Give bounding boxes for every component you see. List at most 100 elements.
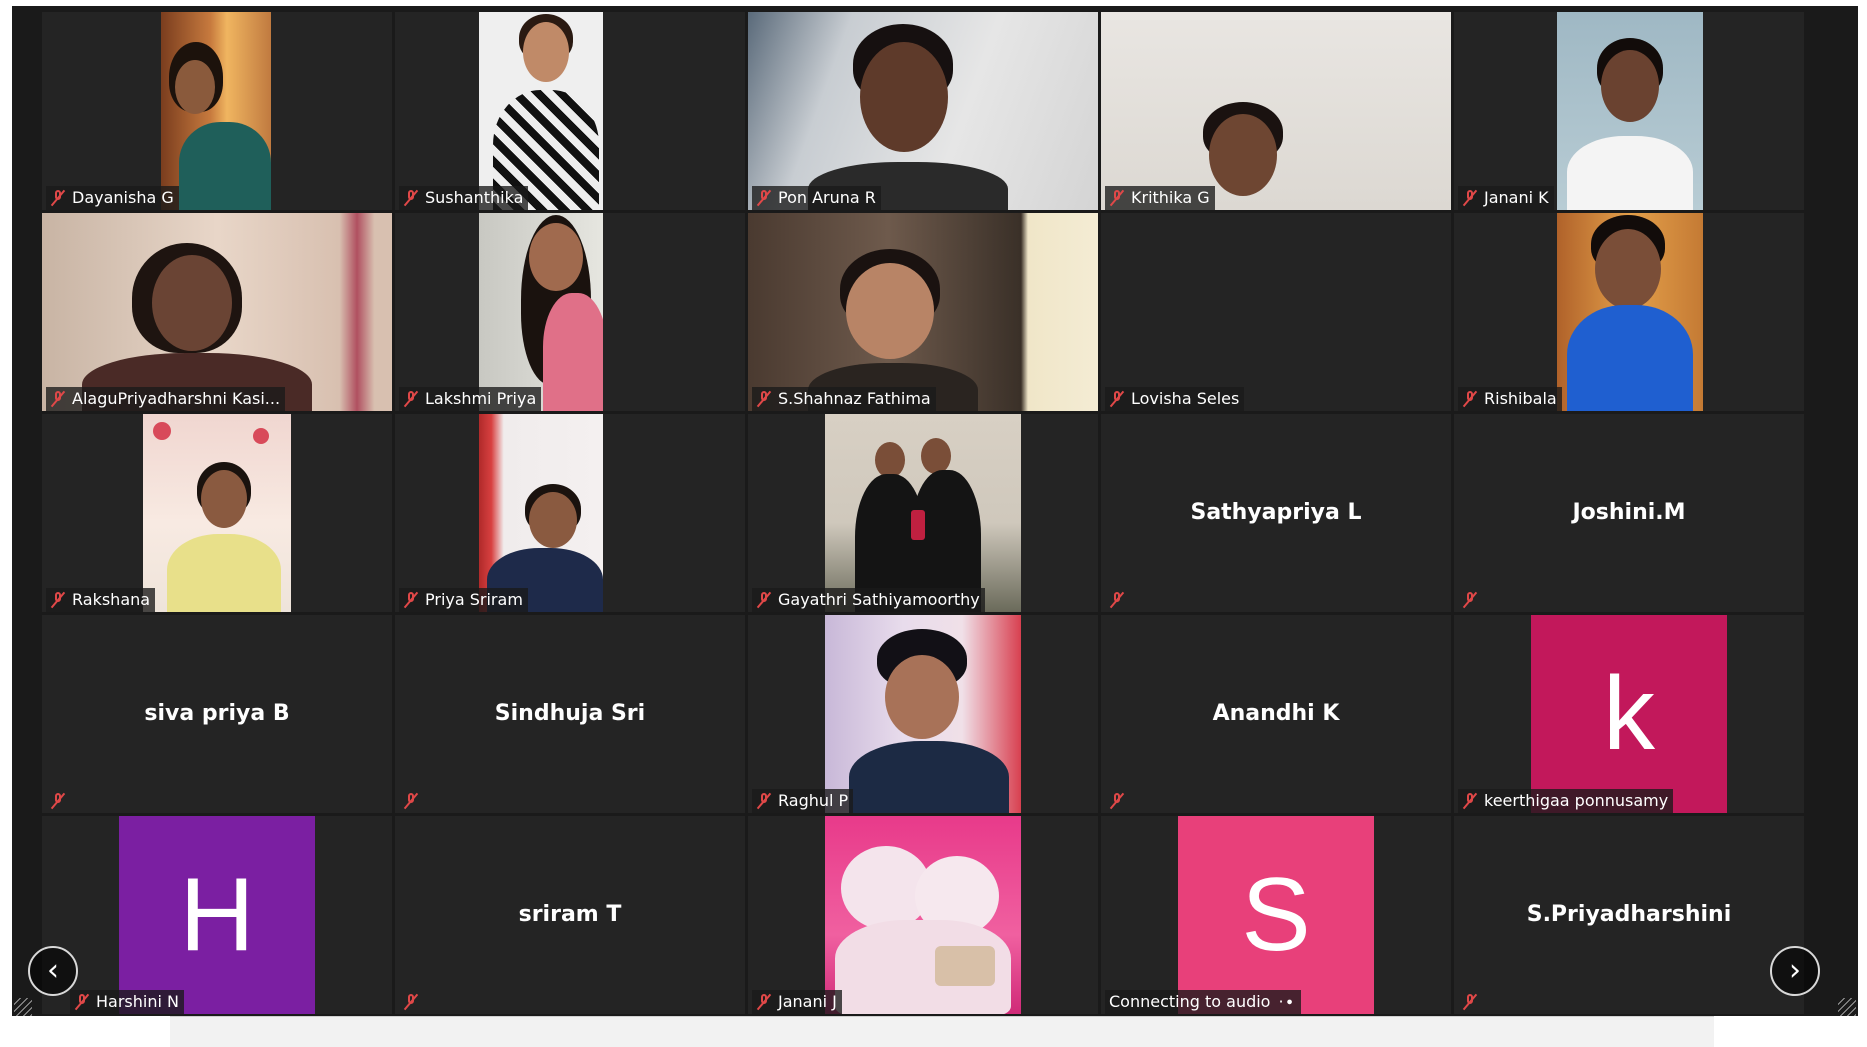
mic-muted-icon [403,993,419,1011]
mic-muted-icon [1109,189,1125,207]
participant-tile[interactable]: AlaguPriyadharshni Kasi... [42,213,392,411]
participant-display-name: siva priya B [144,701,290,726]
avatar: H [119,816,315,1014]
shared-screen-strip [170,1016,1714,1047]
participant-video [143,414,291,612]
participant-display-name: sriram T [518,902,622,927]
participant-tile[interactable]: Priya Sriram [395,414,745,612]
mic-muted-icon [756,792,772,810]
avatar: S [1178,816,1374,1014]
participant-tile[interactable]: Anandhi K [1101,615,1451,813]
participant-video [479,414,603,612]
participant-video [825,615,1021,813]
participant-tile[interactable]: Dayanisha G [42,12,392,210]
participant-display-name: Sindhuja Sri [494,701,646,726]
participant-tile[interactable]: Lakshmi Priya [395,213,745,411]
mic-muted-icon [50,792,66,810]
chevron-left-icon: ‹ [47,953,59,988]
mic-muted-icon [1462,792,1478,810]
participant-name-label [399,990,424,1014]
participant-video [1557,213,1703,411]
mic-muted-icon [74,993,90,1011]
participant-tile[interactable]: k keerthigaa ponnusamy [1454,615,1804,813]
participant-display-name: Sathyapriya L [1190,500,1362,525]
participant-tile[interactable]: Krithika G [1101,12,1451,210]
mic-muted-icon [403,390,419,408]
next-page-button[interactable]: › [1770,946,1820,996]
participant-name-label [1458,588,1483,612]
participant-video [1557,12,1703,210]
participant-name-label: Sushanthika [399,186,529,210]
participant-tile[interactable]: H Harshini N [42,816,392,1014]
mic-muted-icon [403,189,419,207]
mic-muted-icon [50,390,66,408]
participant-name-label [46,789,71,813]
participant-tile[interactable]: Janani J [748,816,1098,1014]
participant-name-label: Lakshmi Priya [399,387,542,411]
participant-tile[interactable]: S.Priyadharshini [1454,816,1804,1014]
participant-name-label [1105,789,1130,813]
avatar: k [1531,615,1727,813]
participant-video [1101,12,1451,210]
mic-muted-icon [1109,390,1125,408]
mic-muted-icon [756,189,772,207]
participant-name-label: Raghul P [752,789,854,813]
participant-name-label: keerthigaa ponnusamy [1458,789,1674,813]
participant-tile[interactable]: Raghul P [748,615,1098,813]
mic-muted-icon [1462,189,1478,207]
participant-tile[interactable]: sriram T [395,816,745,1014]
participant-tile[interactable]: siva priya B [42,615,392,813]
mic-muted-icon [1109,591,1125,609]
connecting-dots-icon: ·∙ [1278,992,1296,1011]
participant-name-label: Janani K [1458,186,1554,210]
participant-tile[interactable]: S.Shahnaz Fathima [748,213,1098,411]
participant-name-label [1458,990,1483,1014]
participant-name-label: Dayanisha G [46,186,179,210]
participant-tile[interactable]: Sindhuja Sri [395,615,745,813]
participant-display-name: Joshini.M [1572,500,1686,525]
participant-name-label: Janani J [752,990,842,1014]
participant-tile[interactable]: S Connecting to audio ·∙ [1101,816,1451,1014]
participant-video [161,12,271,210]
participant-name-label: Gayathri Sathiyamoorthy [752,588,985,612]
participant-tile[interactable]: Lovisha Seles [1101,213,1451,411]
resize-handle-icon[interactable] [14,998,32,1016]
participant-tile[interactable]: Rakshana [42,414,392,612]
mic-muted-icon [756,390,772,408]
participant-name-label: S.Shahnaz Fathima [752,387,936,411]
participant-name-label [1105,588,1130,612]
participant-tile[interactable]: Sushanthika [395,12,745,210]
participant-tile[interactable]: Rishibala [1454,213,1804,411]
mic-muted-icon [756,591,772,609]
participant-tile[interactable]: Joshini.M [1454,414,1804,612]
participant-video [748,213,1098,411]
participant-video [42,213,392,411]
participant-tile[interactable]: Sathyapriya L [1101,414,1451,612]
previous-page-button[interactable]: ‹ [28,946,78,996]
participant-tile[interactable]: Pon Aruna R [748,12,1098,210]
chevron-right-icon: › [1789,953,1801,988]
participant-name-label: Lovisha Seles [1105,387,1245,411]
participant-name-label: Rakshana [46,588,156,612]
mic-muted-icon [756,993,772,1011]
mic-muted-icon [1462,591,1478,609]
mic-muted-icon [403,591,419,609]
mic-muted-icon [50,591,66,609]
participant-gallery: Dayanisha G Sushanthika Pon Aruna R Krit… [42,12,1804,1014]
participant-display-name: Anandhi K [1212,701,1340,726]
participant-video [825,414,1021,612]
participant-display-name: S.Priyadharshini [1526,902,1732,927]
participant-name-label: Priya Sriram [399,588,528,612]
participant-name-label: Pon Aruna R [752,186,881,210]
participant-name-label: Rishibala [1458,387,1562,411]
mic-muted-icon [1109,792,1125,810]
participant-name-label: AlaguPriyadharshni Kasi... [46,387,286,411]
participant-tile[interactable]: Janani K [1454,12,1804,210]
participant-tile[interactable]: Gayathri Sathiyamoorthy [748,414,1098,612]
participant-name-label: Harshini N [70,990,184,1014]
participant-video [479,12,603,210]
mic-muted-icon [1462,993,1478,1011]
participant-name-label: Krithika G [1105,186,1215,210]
resize-handle-icon[interactable] [1838,998,1856,1016]
participant-video [748,12,1098,210]
